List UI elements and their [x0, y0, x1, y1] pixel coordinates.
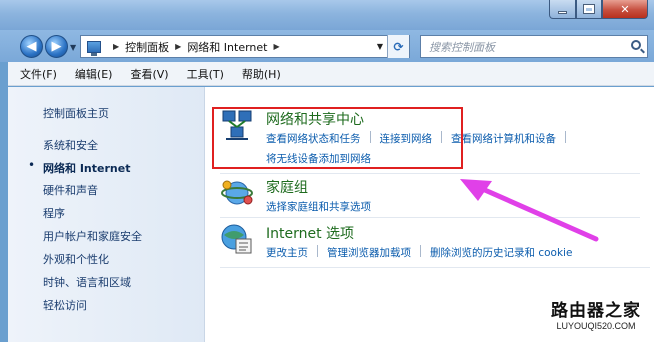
forward-arrow-icon: ▶ [51, 39, 62, 54]
highlight-box [212, 107, 463, 169]
sidebar-item-user-accounts[interactable]: 用户帐户和家庭安全 [43, 228, 142, 244]
breadcrumb-control-panel[interactable]: 控制面板 [125, 39, 169, 55]
link-change-homepage[interactable]: 更改主页 [266, 245, 308, 260]
annotation-arrow [460, 179, 599, 242]
breadcrumb-chevron-icon[interactable]: ▶ [113, 42, 119, 51]
search-icon[interactable] [631, 40, 641, 50]
sidebar-item-control-panel-home[interactable]: 控制面板主页 [43, 105, 109, 121]
window-frame: ✕ ◀ ▶ ▼ ▶ 控制面板 ▶ 网络和 Internet ▶ ▼ ⟳ 搜索控制… [0, 0, 654, 342]
sidebar: 控制面板主页 系统和安全 • 网络和 Internet 硬件和声音 程序 用户帐… [8, 87, 205, 342]
forward-button[interactable]: ▶ [45, 35, 68, 58]
link-separator [565, 131, 566, 143]
watermark-title: 路由器之家 [551, 301, 641, 321]
category-links-homegroup: 选择家庭组和共享选项 [266, 199, 371, 214]
recent-pages-dropdown-icon[interactable]: ▼ [70, 43, 76, 52]
sidebar-item-programs[interactable]: 程序 [43, 205, 65, 221]
maximize-icon [584, 5, 594, 13]
back-button[interactable]: ◀ [20, 35, 43, 58]
breadcrumb-chevron-icon[interactable]: ▶ [274, 42, 280, 51]
refresh-icon: ⟳ [393, 39, 404, 54]
internet-options-icon [221, 224, 252, 254]
category-links-internet-options: 更改主页 管理浏览器加载项 删除浏览的历史记录和 cookie [266, 245, 572, 260]
maximize-button[interactable] [576, 0, 602, 19]
category-title-internet-options[interactable]: Internet 选项 [266, 223, 354, 243]
breadcrumb-network-internet[interactable]: 网络和 Internet [187, 39, 267, 55]
link-homegroup-options[interactable]: 选择家庭组和共享选项 [266, 199, 371, 214]
title-bar: ✕ [0, 0, 654, 30]
homegroup-icon [221, 180, 253, 205]
navigation-row: ◀ ▶ ▼ ▶ 控制面板 ▶ 网络和 Internet ▶ ▼ ⟳ 搜索控制面板 [0, 30, 654, 62]
address-bar[interactable]: ▶ 控制面板 ▶ 网络和 Internet ▶ ▼ ⟳ [80, 35, 410, 58]
current-item-bullet-icon: • [28, 158, 36, 172]
menu-file[interactable]: 文件(F) [16, 64, 61, 84]
category-title-homegroup[interactable]: 家庭组 [266, 177, 308, 197]
link-separator [420, 245, 421, 257]
link-view-network-computers[interactable]: 查看网络计算机和设备 [451, 131, 556, 146]
menu-bar: 文件(F) 编辑(E) 查看(V) 工具(T) 帮助(H) [8, 62, 654, 86]
control-panel-icon [87, 40, 101, 56]
sidebar-item-system-security[interactable]: 系统和安全 [43, 137, 98, 153]
link-manage-addons[interactable]: 管理浏览器加载项 [327, 245, 411, 260]
menu-edit[interactable]: 编辑(E) [71, 64, 117, 84]
minimize-button[interactable] [549, 0, 576, 19]
sidebar-item-clock-language[interactable]: 时钟、语言和区域 [43, 274, 131, 290]
menu-help[interactable]: 帮助(H) [238, 64, 285, 84]
menu-view[interactable]: 查看(V) [126, 64, 172, 84]
link-separator [317, 245, 318, 257]
close-icon: ✕ [620, 2, 630, 16]
divider [220, 173, 640, 174]
window-controls: ✕ [549, 0, 648, 20]
watermark-url: LUYOUQI520.COM [556, 321, 636, 331]
refresh-button[interactable]: ⟳ [387, 35, 409, 58]
close-button[interactable]: ✕ [602, 0, 648, 19]
address-dropdown-icon[interactable]: ▼ [377, 42, 383, 51]
back-arrow-icon: ◀ [26, 39, 37, 54]
sidebar-item-hardware-sound[interactable]: 硬件和声音 [43, 182, 98, 198]
minimize-icon [558, 10, 567, 14]
divider [220, 267, 650, 268]
sidebar-item-network-internet[interactable]: 网络和 Internet [43, 160, 130, 176]
sidebar-item-ease-of-access[interactable]: 轻松访问 [43, 297, 87, 313]
menu-tools[interactable]: 工具(T) [183, 64, 228, 84]
search-input[interactable]: 搜索控制面板 [420, 35, 648, 58]
link-delete-history[interactable]: 删除浏览的历史记录和 cookie [430, 245, 572, 260]
sidebar-item-appearance[interactable]: 外观和个性化 [43, 251, 109, 267]
breadcrumb-chevron-icon[interactable]: ▶ [175, 42, 181, 51]
watermark-logo: 路由器之家 LUYOUQI520.COM [541, 296, 651, 331]
search-placeholder: 搜索控制面板 [429, 40, 495, 54]
